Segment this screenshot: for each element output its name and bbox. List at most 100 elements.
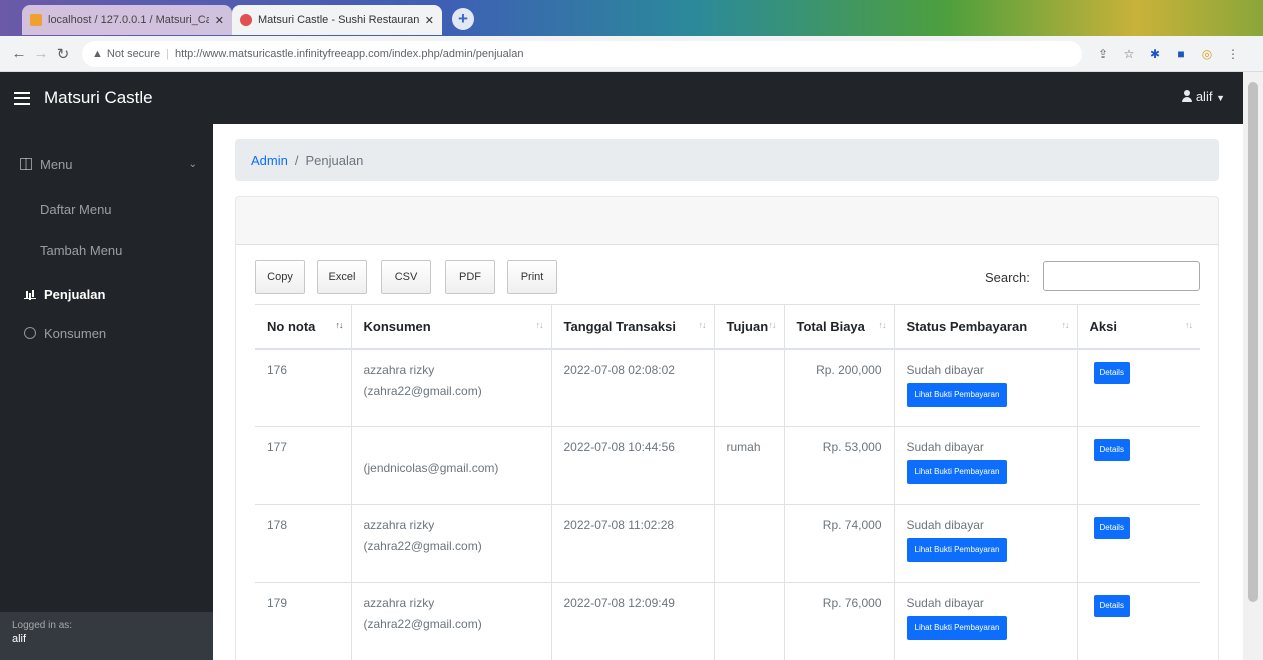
close-tab-icon[interactable]: ✕ bbox=[425, 14, 434, 27]
forward-arrow-icon[interactable]: → bbox=[30, 45, 52, 62]
warning-icon: ▲ bbox=[92, 47, 103, 60]
url-field[interactable]: ▲ Not secure | http://www.matsuricastle.… bbox=[82, 40, 1082, 67]
url-separator: | bbox=[166, 47, 169, 60]
columns-icon bbox=[20, 158, 32, 170]
view-proof-button[interactable]: Lihat Bukti Pembayaran bbox=[906, 616, 1008, 640]
phpmyadmin-favicon-icon bbox=[30, 14, 42, 26]
view-proof-button[interactable]: Lihat Bukti Pembayaran bbox=[906, 460, 1008, 484]
cell-status: Sudah dibayar Lihat Bukti Pembayaran bbox=[893, 582, 1077, 660]
pdf-button[interactable]: PDF bbox=[445, 260, 495, 294]
share-icon[interactable]: ⇪ bbox=[1096, 47, 1110, 61]
site-favicon-icon bbox=[240, 14, 252, 26]
hamburger-menu-icon[interactable] bbox=[14, 91, 30, 105]
view-proof-button[interactable]: Lihat Bukti Pembayaran bbox=[906, 538, 1008, 562]
scrollbar-thumb[interactable] bbox=[1248, 82, 1258, 602]
excel-button[interactable]: Excel bbox=[317, 260, 367, 294]
customer-name: azzahra rizky bbox=[363, 362, 435, 377]
status-text: Sudah dibayar bbox=[906, 362, 984, 377]
status-text: Sudah dibayar bbox=[906, 440, 984, 454]
header-konsumen[interactable]: Konsumen ↑↓ bbox=[350, 304, 551, 350]
sidebar-menu-toggle[interactable]: Menu ⌄ bbox=[0, 154, 213, 174]
url-text: http://www.matsuricastle.infinityfreeapp… bbox=[174, 47, 524, 60]
search-label: Search: bbox=[985, 270, 1030, 285]
copy-button[interactable]: Copy bbox=[255, 260, 305, 294]
details-button[interactable]: Details bbox=[1093, 439, 1130, 461]
close-tab-icon[interactable]: ✕ bbox=[215, 14, 224, 27]
header-no-nota[interactable]: No nota ↑↓ bbox=[255, 304, 351, 350]
sidebar-item-tambah-menu[interactable]: Tambah Menu bbox=[0, 240, 213, 260]
header-tanggal[interactable]: Tanggal Transaksi ↑↓ bbox=[550, 304, 714, 350]
customer-email: (zahra22@gmail.com) bbox=[363, 617, 482, 631]
new-tab-icon[interactable]: + bbox=[452, 8, 474, 30]
extension-circle-icon[interactable]: ◎ bbox=[1200, 47, 1214, 61]
customer-email: (zahra22@gmail.com) bbox=[363, 383, 482, 398]
logged-in-user: alif bbox=[12, 633, 27, 645]
browser-tab-strip: localhost / 127.0.0.1 / Matsuri_Ca ✕ Mat… bbox=[0, 0, 1263, 36]
users-icon bbox=[24, 327, 36, 339]
cell-aksi: Details bbox=[1076, 426, 1200, 505]
cell-no-nota: 178 bbox=[255, 504, 351, 583]
sidebar-item-konsumen[interactable]: Konsumen bbox=[0, 323, 213, 343]
header-aksi[interactable]: Aksi ↑↓ bbox=[1076, 304, 1200, 350]
print-button[interactable]: Print bbox=[507, 260, 557, 294]
details-button[interactable]: Details bbox=[1093, 517, 1130, 539]
table-row: 179 azzahra rizky (zahra22@gmail.com) 202… bbox=[255, 582, 1200, 660]
address-bar: ← → ↻ ▲ Not secure | http://www.matsuric… bbox=[0, 36, 1263, 72]
header-label: Konsumen bbox=[363, 318, 431, 334]
sort-icon: ↑↓ bbox=[768, 320, 777, 330]
csv-button[interactable]: CSV bbox=[381, 260, 431, 294]
view-proof-button[interactable]: Lihat Bukti Pembayaran bbox=[906, 382, 1008, 407]
search-input[interactable] bbox=[1043, 261, 1200, 291]
breadcrumb-admin-link[interactable]: Admin bbox=[251, 153, 288, 168]
customer-email: (zahra22@gmail.com) bbox=[363, 539, 482, 553]
breadcrumb-current: Penjualan bbox=[305, 152, 364, 168]
cell-konsumen: (jendnicolas@gmail.com) bbox=[350, 426, 551, 505]
tab-title: Matsuri Castle - Sushi Restaurant bbox=[258, 14, 419, 26]
sort-icon: ↑↓ bbox=[1061, 320, 1070, 330]
table-row: 178 azzahra rizky (zahra22@gmail.com) 202… bbox=[255, 504, 1200, 583]
user-icon bbox=[1181, 90, 1192, 102]
cell-status: Sudah dibayar Lihat Bukti Pembayaran bbox=[893, 504, 1077, 583]
user-name: alif bbox=[1195, 89, 1213, 104]
reload-icon[interactable]: ↻ bbox=[52, 45, 74, 63]
cell-tujuan: rumah bbox=[713, 426, 784, 505]
details-button[interactable]: Details bbox=[1093, 595, 1130, 617]
extension-square-icon[interactable]: ■ bbox=[1174, 47, 1188, 61]
cell-no-nota: 176 bbox=[255, 348, 351, 427]
cell-tanggal: 2022-07-08 10:44:56 bbox=[550, 426, 714, 505]
page-scrollbar[interactable] bbox=[1243, 72, 1263, 660]
header-label: Status Pembayaran bbox=[906, 318, 1028, 334]
tab-title: localhost / 127.0.0.1 / Matsuri_Ca bbox=[48, 14, 209, 26]
header-tujuan[interactable]: Tujuan ↑↓ bbox=[713, 304, 784, 350]
cell-konsumen: azzahra rizky (zahra22@gmail.com) bbox=[350, 582, 551, 660]
breadcrumb-divider: / bbox=[294, 152, 299, 168]
sidebar-item-penjualan[interactable]: Penjualan bbox=[0, 284, 213, 304]
brand-title[interactable]: Matsuri Castle bbox=[44, 88, 153, 108]
back-arrow-icon[interactable]: ← bbox=[8, 45, 30, 62]
cell-tujuan bbox=[713, 348, 784, 427]
header-total[interactable]: Total Biaya ↑↓ bbox=[783, 304, 894, 350]
browser-tab-active[interactable]: Matsuri Castle - Sushi Restaurant ✕ bbox=[232, 5, 442, 35]
main-content: Admin / Penjualan Copy Excel CSV PDF Pri… bbox=[213, 124, 1243, 660]
cell-aksi: Details bbox=[1076, 348, 1200, 427]
cell-tujuan bbox=[713, 504, 784, 583]
kebab-menu-icon[interactable]: ⋮ bbox=[1226, 47, 1240, 61]
table-row: 177 (jendnicolas@gmail.com) 2022-07-08 1… bbox=[255, 426, 1200, 505]
security-label: Not secure bbox=[106, 47, 161, 60]
header-status[interactable]: Status Pembayaran ↑↓ bbox=[893, 304, 1077, 350]
browser-tab[interactable]: localhost / 127.0.0.1 / Matsuri_Ca ✕ bbox=[22, 5, 232, 35]
star-icon[interactable]: ☆ bbox=[1122, 47, 1136, 61]
cell-tujuan bbox=[713, 582, 784, 660]
header-label: Aksi bbox=[1089, 318, 1117, 334]
breadcrumb: Admin / Penjualan bbox=[235, 139, 1219, 181]
extension-pin-icon[interactable]: ✱ bbox=[1148, 47, 1162, 61]
header-label: Tujuan bbox=[726, 318, 769, 334]
chart-icon bbox=[24, 288, 36, 300]
details-button[interactable]: Details bbox=[1093, 361, 1130, 384]
cell-status: Sudah dibayar Lihat Bukti Pembayaran bbox=[893, 348, 1077, 427]
user-dropdown[interactable]: alif ▼ bbox=[1181, 89, 1225, 104]
cell-tanggal: 2022-07-08 02:08:02 bbox=[550, 348, 714, 427]
cell-tanggal: 2022-07-08 12:09:49 bbox=[550, 582, 714, 660]
customer-name: azzahra rizky bbox=[363, 596, 435, 610]
sidebar-item-daftar-menu[interactable]: Daftar Menu bbox=[0, 199, 213, 219]
